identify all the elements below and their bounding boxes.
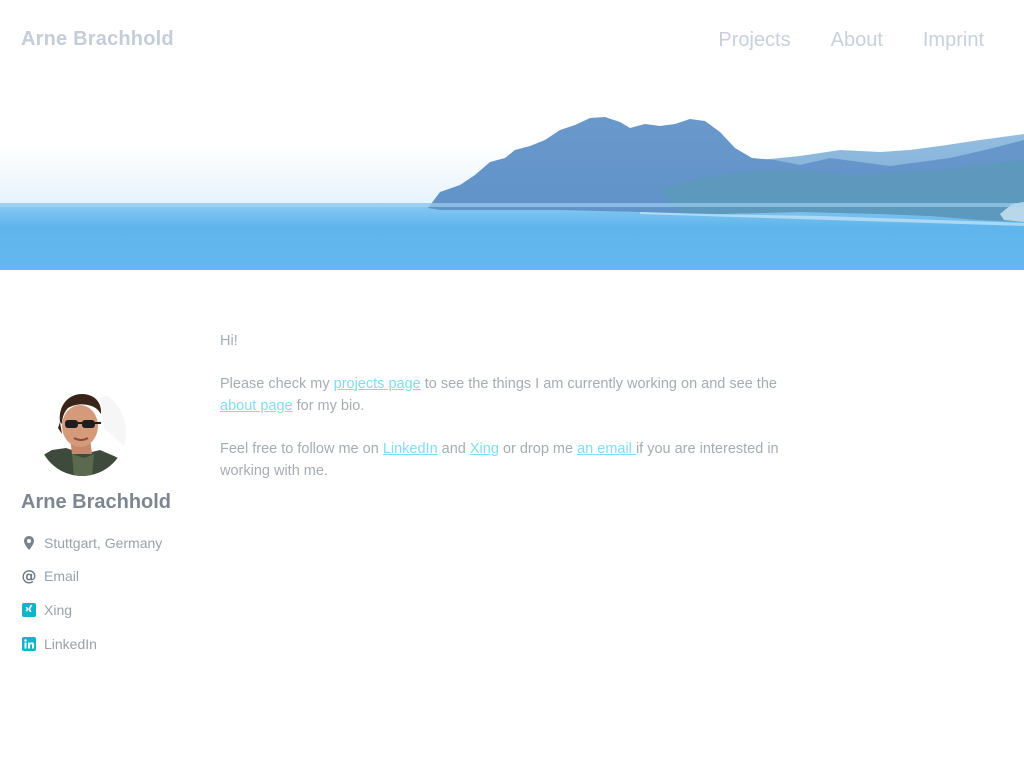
site-header: Arne Brachhold Projects About Imprint <box>0 0 1024 80</box>
contact-text-1: Feel free to follow me on <box>220 440 383 457</box>
xing-icon <box>21 602 37 618</box>
linkedin-inline-link[interactable]: LinkedIn <box>383 441 438 457</box>
greeting-paragraph: Hi! <box>220 330 810 353</box>
author-xing[interactable]: Xing <box>21 601 162 619</box>
author-name: Arne Brachhold <box>21 491 172 513</box>
site-title-link[interactable]: Arne Brachhold <box>21 28 174 51</box>
nav-link-imprint[interactable]: Imprint <box>923 29 984 52</box>
location-label: Stuttgart, Germany <box>44 535 163 551</box>
at-sign-icon: @ <box>21 567 37 585</box>
xing-link[interactable]: Xing <box>44 602 72 618</box>
svg-text:@: @ <box>22 568 37 584</box>
linkedin-link[interactable]: LinkedIn <box>44 636 97 652</box>
location-pin-icon <box>21 535 37 551</box>
intro-paragraph: Please check my projects page to see the… <box>220 373 810 418</box>
intro-text-2: to see the things I am currently working… <box>420 375 777 392</box>
contact-text-2: and <box>437 440 470 457</box>
nav-link-projects[interactable]: Projects <box>718 29 790 52</box>
nav-link-about[interactable]: About <box>831 29 883 52</box>
email-inline-link[interactable]: an email <box>577 441 636 457</box>
about-page-link[interactable]: about page <box>220 398 293 414</box>
projects-page-link[interactable]: projects page <box>334 376 421 392</box>
greeting-text: Hi! <box>220 333 238 349</box>
intro-text-3: for my bio. <box>292 398 365 414</box>
email-link[interactable]: Email <box>44 568 79 584</box>
avatar <box>38 388 126 476</box>
main-content: Hi! Please check my projects page to see… <box>220 330 810 503</box>
author-location: Stuttgart, Germany <box>21 534 162 552</box>
author-linkedin[interactable]: LinkedIn <box>21 635 162 653</box>
author-links-list: Stuttgart, Germany @ Email Xing LinkedIn <box>21 534 163 668</box>
contact-text-3: or drop me <box>498 440 578 457</box>
linkedin-icon <box>21 636 37 652</box>
contact-paragraph: Feel free to follow me on LinkedIn and X… <box>220 438 810 483</box>
main-nav: Projects About Imprint <box>718 29 984 52</box>
intro-text-1: Please check my <box>220 375 334 392</box>
page: Arne Brachhold Projects About Imprint Ar… <box>0 0 1024 768</box>
author-portrait-image <box>38 388 126 476</box>
author-email[interactable]: @ Email <box>21 567 162 585</box>
xing-inline-link[interactable]: Xing <box>470 441 499 457</box>
